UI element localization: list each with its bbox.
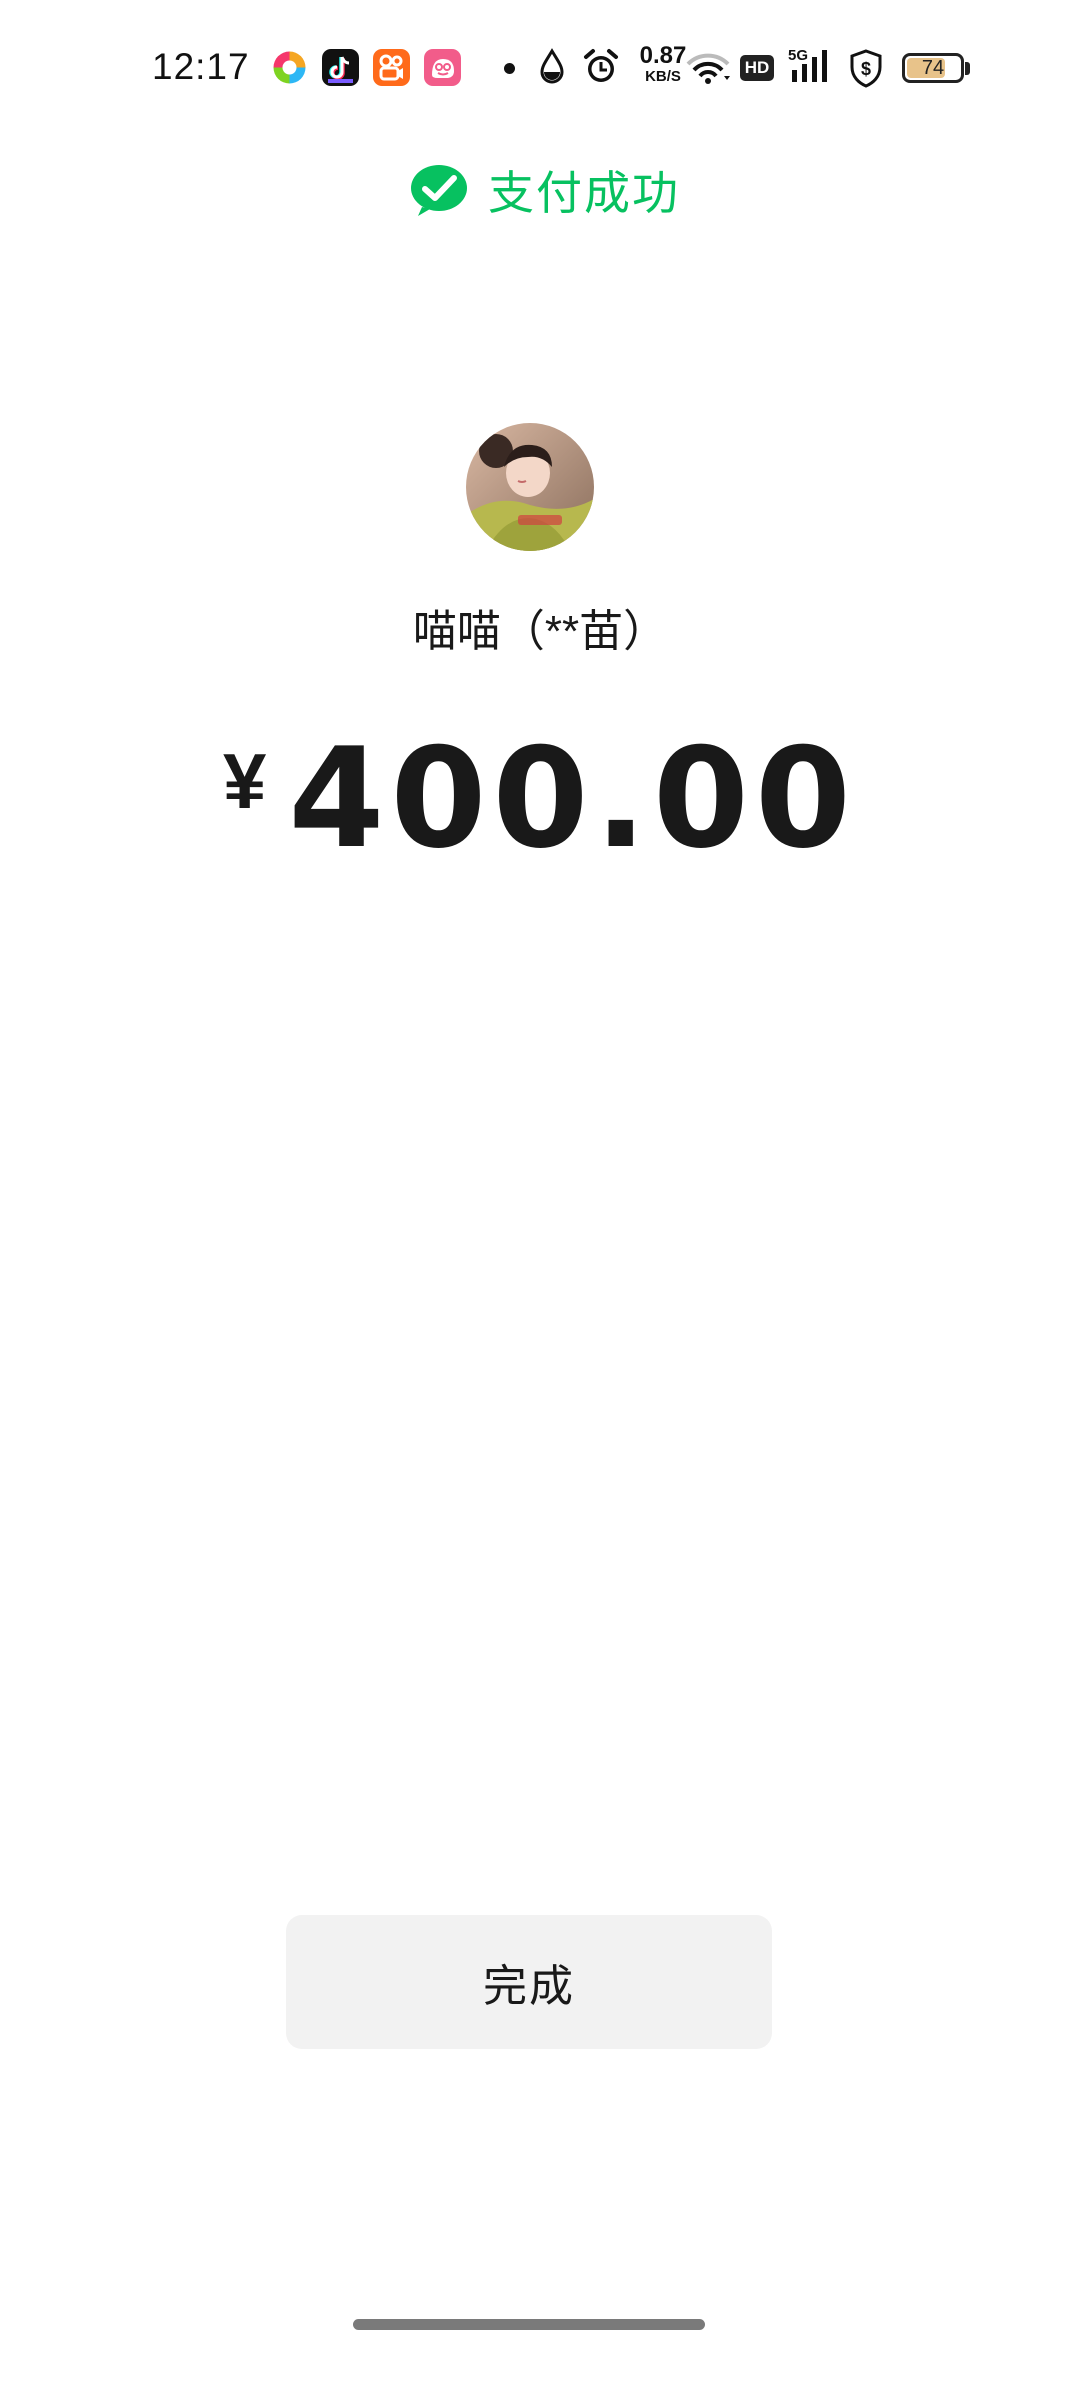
pink-face-app-icon bbox=[424, 49, 461, 86]
security-shield-icon: $ bbox=[848, 48, 884, 88]
currency-symbol: ¥ bbox=[223, 737, 267, 825]
svg-text:$: $ bbox=[861, 59, 871, 79]
home-indicator[interactable] bbox=[353, 2319, 705, 2330]
colorful-pinwheel-app-icon bbox=[271, 49, 308, 86]
network-speed: 0.87 KB/S bbox=[638, 42, 688, 85]
hd-voice-badge: HD bbox=[740, 55, 774, 81]
wechat-pay-check-icon bbox=[408, 163, 470, 217]
done-button[interactable]: 完成 bbox=[286, 1915, 772, 2049]
payment-amount: 400.00 bbox=[288, 718, 857, 879]
network-speed-unit: KB/S bbox=[645, 68, 681, 85]
water-drop-icon bbox=[539, 48, 565, 86]
network-type-label: 5G bbox=[788, 47, 808, 64]
battery-tip bbox=[965, 62, 970, 75]
payment-success-header: 支付成功 bbox=[0, 150, 1080, 230]
payment-success-title: 支付成功 bbox=[488, 167, 680, 219]
cellular-signal-icon: 5G bbox=[788, 46, 834, 84]
battery-icon: 74 bbox=[902, 53, 964, 83]
recipient-name: 喵喵（**苗） bbox=[412, 607, 668, 656]
payment-amount-row: ¥ 400.00 bbox=[0, 718, 1080, 879]
tiktok-icon bbox=[322, 49, 359, 86]
notification-dot bbox=[504, 63, 515, 74]
wifi-icon bbox=[686, 52, 730, 86]
status-bar: 12:17 0.87 KB/S HD 5G $ 74 bbox=[0, 0, 1080, 130]
recipient-avatar bbox=[466, 423, 594, 551]
kuaishou-icon bbox=[373, 49, 410, 86]
status-time: 12:17 bbox=[152, 46, 250, 87]
battery-level: 74 bbox=[921, 57, 945, 79]
network-speed-value: 0.87 bbox=[639, 42, 687, 69]
alarm-clock-icon bbox=[583, 48, 619, 86]
